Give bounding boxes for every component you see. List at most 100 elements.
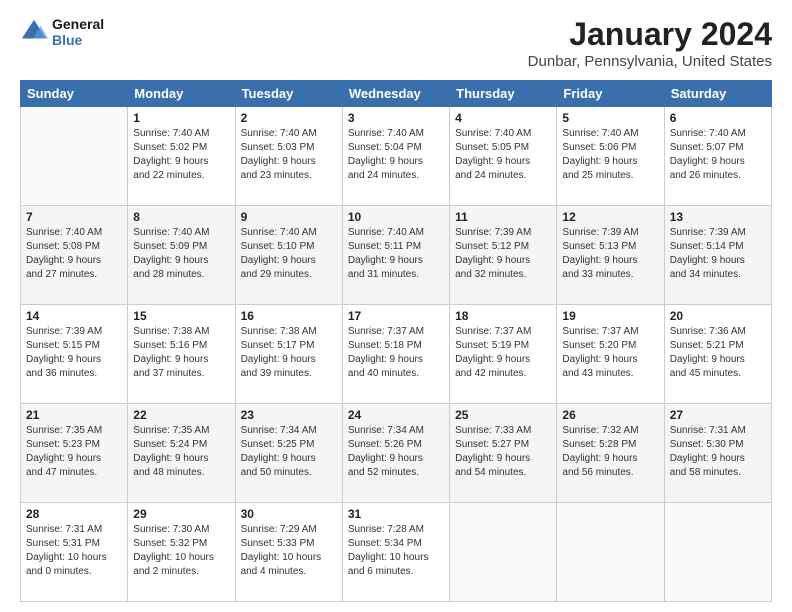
day-info: Sunrise: 7:40 AM Sunset: 5:06 PM Dayligh… — [562, 127, 658, 183]
day-number: 28 — [26, 507, 122, 521]
day-info: Sunrise: 7:40 AM Sunset: 5:05 PM Dayligh… — [455, 127, 551, 183]
day-number: 29 — [133, 507, 229, 521]
day-number: 22 — [133, 408, 229, 422]
day-number: 4 — [455, 111, 551, 125]
day-info: Sunrise: 7:34 AM Sunset: 5:26 PM Dayligh… — [348, 424, 444, 480]
day-info: Sunrise: 7:33 AM Sunset: 5:27 PM Dayligh… — [455, 424, 551, 480]
calendar-week-row: 7 Sunrise: 7:40 AM Sunset: 5:08 PM Daylig… — [21, 206, 772, 305]
table-row: 20Sunrise: 7:36 AM Sunset: 5:21 PM Dayli… — [664, 305, 771, 404]
day-info: Sunrise: 7:28 AM Sunset: 5:34 PM Dayligh… — [348, 523, 444, 579]
table-row: 15Sunrise: 7:38 AM Sunset: 5:16 PM Dayli… — [128, 305, 235, 404]
table-row: 17 Sunrise: 7:37 AM Sunset: 5:18 PM Dayli… — [342, 305, 449, 404]
day-number: 27 — [670, 408, 766, 422]
day-number: 25 — [455, 408, 551, 422]
day-number: 24 — [348, 408, 444, 422]
day-info: Sunrise: 7:40 AM Sunset: 5:10 PM Dayligh… — [241, 226, 337, 282]
table-row: 22Sunrise: 7:35 AM Sunset: 5:24 PM Dayli… — [128, 404, 235, 503]
day-number: 10 — [348, 210, 444, 224]
table-row: 11Sunrise: 7:39 AM Sunset: 5:12 PM Dayli… — [450, 206, 557, 305]
day-number: 13 — [670, 210, 766, 224]
day-info: Sunrise: 7:37 AM Sunset: 5:19 PM Dayligh… — [455, 325, 551, 381]
table-row: 25 Sunrise: 7:33 AM Sunset: 5:27 PM Dayli… — [450, 404, 557, 503]
table-row — [21, 107, 128, 206]
day-info: Sunrise: 7:31 AM Sunset: 5:30 PM Dayligh… — [670, 424, 766, 480]
day-info: Sunrise: 7:40 AM Sunset: 5:08 PM Dayligh… — [26, 226, 122, 282]
day-number: 14 — [26, 309, 122, 323]
day-info: Sunrise: 7:40 AM Sunset: 5:11 PM Dayligh… — [348, 226, 444, 282]
table-row: 4 Sunrise: 7:40 AM Sunset: 5:05 PM Daylig… — [450, 107, 557, 206]
page: General Blue January 2024 Dunbar, Pennsy… — [0, 0, 792, 612]
logo-text: General Blue — [52, 16, 104, 48]
day-info: Sunrise: 7:39 AM Sunset: 5:12 PM Dayligh… — [455, 226, 551, 282]
table-row: 18 Sunrise: 7:37 AM Sunset: 5:19 PM Dayli… — [450, 305, 557, 404]
table-row: 6Sunrise: 7:40 AM Sunset: 5:07 PM Daylig… — [664, 107, 771, 206]
day-number: 17 — [348, 309, 444, 323]
table-row: 9 Sunrise: 7:40 AM Sunset: 5:10 PM Daylig… — [235, 206, 342, 305]
logo-icon — [20, 18, 48, 46]
table-row: 10 Sunrise: 7:40 AM Sunset: 5:11 PM Dayli… — [342, 206, 449, 305]
table-row: 23Sunrise: 7:34 AM Sunset: 5:25 PM Dayli… — [235, 404, 342, 503]
day-info: Sunrise: 7:40 AM Sunset: 5:04 PM Dayligh… — [348, 127, 444, 183]
table-row: 19 Sunrise: 7:37 AM Sunset: 5:20 PM Dayli… — [557, 305, 664, 404]
day-number: 2 — [241, 111, 337, 125]
logo: General Blue — [20, 16, 104, 48]
day-number: 3 — [348, 111, 444, 125]
table-row: 8 Sunrise: 7:40 AM Sunset: 5:09 PM Daylig… — [128, 206, 235, 305]
day-info: Sunrise: 7:32 AM Sunset: 5:28 PM Dayligh… — [562, 424, 658, 480]
header-thursday: Thursday — [450, 81, 557, 107]
day-info: Sunrise: 7:37 AM Sunset: 5:20 PM Dayligh… — [562, 325, 658, 381]
day-info: Sunrise: 7:35 AM Sunset: 5:23 PM Dayligh… — [26, 424, 122, 480]
day-number: 30 — [241, 507, 337, 521]
table-row: 12 Sunrise: 7:39 AM Sunset: 5:13 PM Dayli… — [557, 206, 664, 305]
header-sunday: Sunday — [21, 81, 128, 107]
day-info: Sunrise: 7:38 AM Sunset: 5:16 PM Dayligh… — [133, 325, 229, 381]
table-row: 14 Sunrise: 7:39 AM Sunset: 5:15 PM Dayli… — [21, 305, 128, 404]
table-row: 30 Sunrise: 7:29 AM Sunset: 5:33 PM Dayli… — [235, 503, 342, 602]
table-row: 24 Sunrise: 7:34 AM Sunset: 5:26 PM Dayli… — [342, 404, 449, 503]
calendar-week-row: 28Sunrise: 7:31 AM Sunset: 5:31 PM Dayli… — [21, 503, 772, 602]
calendar-week-row: 21 Sunrise: 7:35 AM Sunset: 5:23 PM Dayli… — [21, 404, 772, 503]
day-info: Sunrise: 7:37 AM Sunset: 5:18 PM Dayligh… — [348, 325, 444, 381]
table-row — [664, 503, 771, 602]
header-saturday: Saturday — [664, 81, 771, 107]
subtitle: Dunbar, Pennsylvania, United States — [528, 53, 772, 70]
day-number: 21 — [26, 408, 122, 422]
day-number: 19 — [562, 309, 658, 323]
day-info: Sunrise: 7:40 AM Sunset: 5:02 PM Dayligh… — [133, 127, 229, 183]
calendar-header-row: Sunday Monday Tuesday Wednesday Thursday… — [21, 81, 772, 107]
header-tuesday: Tuesday — [235, 81, 342, 107]
day-number: 7 — [26, 210, 122, 224]
table-row: 7 Sunrise: 7:40 AM Sunset: 5:08 PM Daylig… — [21, 206, 128, 305]
table-row: 28Sunrise: 7:31 AM Sunset: 5:31 PM Dayli… — [21, 503, 128, 602]
table-row: 26 Sunrise: 7:32 AM Sunset: 5:28 PM Dayli… — [557, 404, 664, 503]
day-number: 8 — [133, 210, 229, 224]
main-title: January 2024 — [528, 16, 772, 53]
day-info: Sunrise: 7:29 AM Sunset: 5:33 PM Dayligh… — [241, 523, 337, 579]
day-number: 26 — [562, 408, 658, 422]
day-number: 18 — [455, 309, 551, 323]
day-number: 31 — [348, 507, 444, 521]
day-info: Sunrise: 7:40 AM Sunset: 5:03 PM Dayligh… — [241, 127, 337, 183]
table-row: 1 Sunrise: 7:40 AM Sunset: 5:02 PM Daylig… — [128, 107, 235, 206]
table-row — [557, 503, 664, 602]
header: General Blue January 2024 Dunbar, Pennsy… — [20, 16, 772, 70]
table-row: 21 Sunrise: 7:35 AM Sunset: 5:23 PM Dayli… — [21, 404, 128, 503]
calendar-week-row: 14 Sunrise: 7:39 AM Sunset: 5:15 PM Dayli… — [21, 305, 772, 404]
day-number: 1 — [133, 111, 229, 125]
day-info: Sunrise: 7:40 AM Sunset: 5:07 PM Dayligh… — [670, 127, 766, 183]
header-monday: Monday — [128, 81, 235, 107]
day-info: Sunrise: 7:34 AM Sunset: 5:25 PM Dayligh… — [241, 424, 337, 480]
day-number: 5 — [562, 111, 658, 125]
day-number: 12 — [562, 210, 658, 224]
day-info: Sunrise: 7:39 AM Sunset: 5:13 PM Dayligh… — [562, 226, 658, 282]
title-block: January 2024 Dunbar, Pennsylvania, Unite… — [528, 16, 772, 70]
table-row: 27 Sunrise: 7:31 AM Sunset: 5:30 PM Dayli… — [664, 404, 771, 503]
calendar-table: Sunday Monday Tuesday Wednesday Thursday… — [20, 80, 772, 602]
table-row: 29Sunrise: 7:30 AM Sunset: 5:32 PM Dayli… — [128, 503, 235, 602]
table-row: 3 Sunrise: 7:40 AM Sunset: 5:04 PM Daylig… — [342, 107, 449, 206]
day-number: 9 — [241, 210, 337, 224]
day-info: Sunrise: 7:40 AM Sunset: 5:09 PM Dayligh… — [133, 226, 229, 282]
header-wednesday: Wednesday — [342, 81, 449, 107]
day-info: Sunrise: 7:39 AM Sunset: 5:15 PM Dayligh… — [26, 325, 122, 381]
table-row — [450, 503, 557, 602]
